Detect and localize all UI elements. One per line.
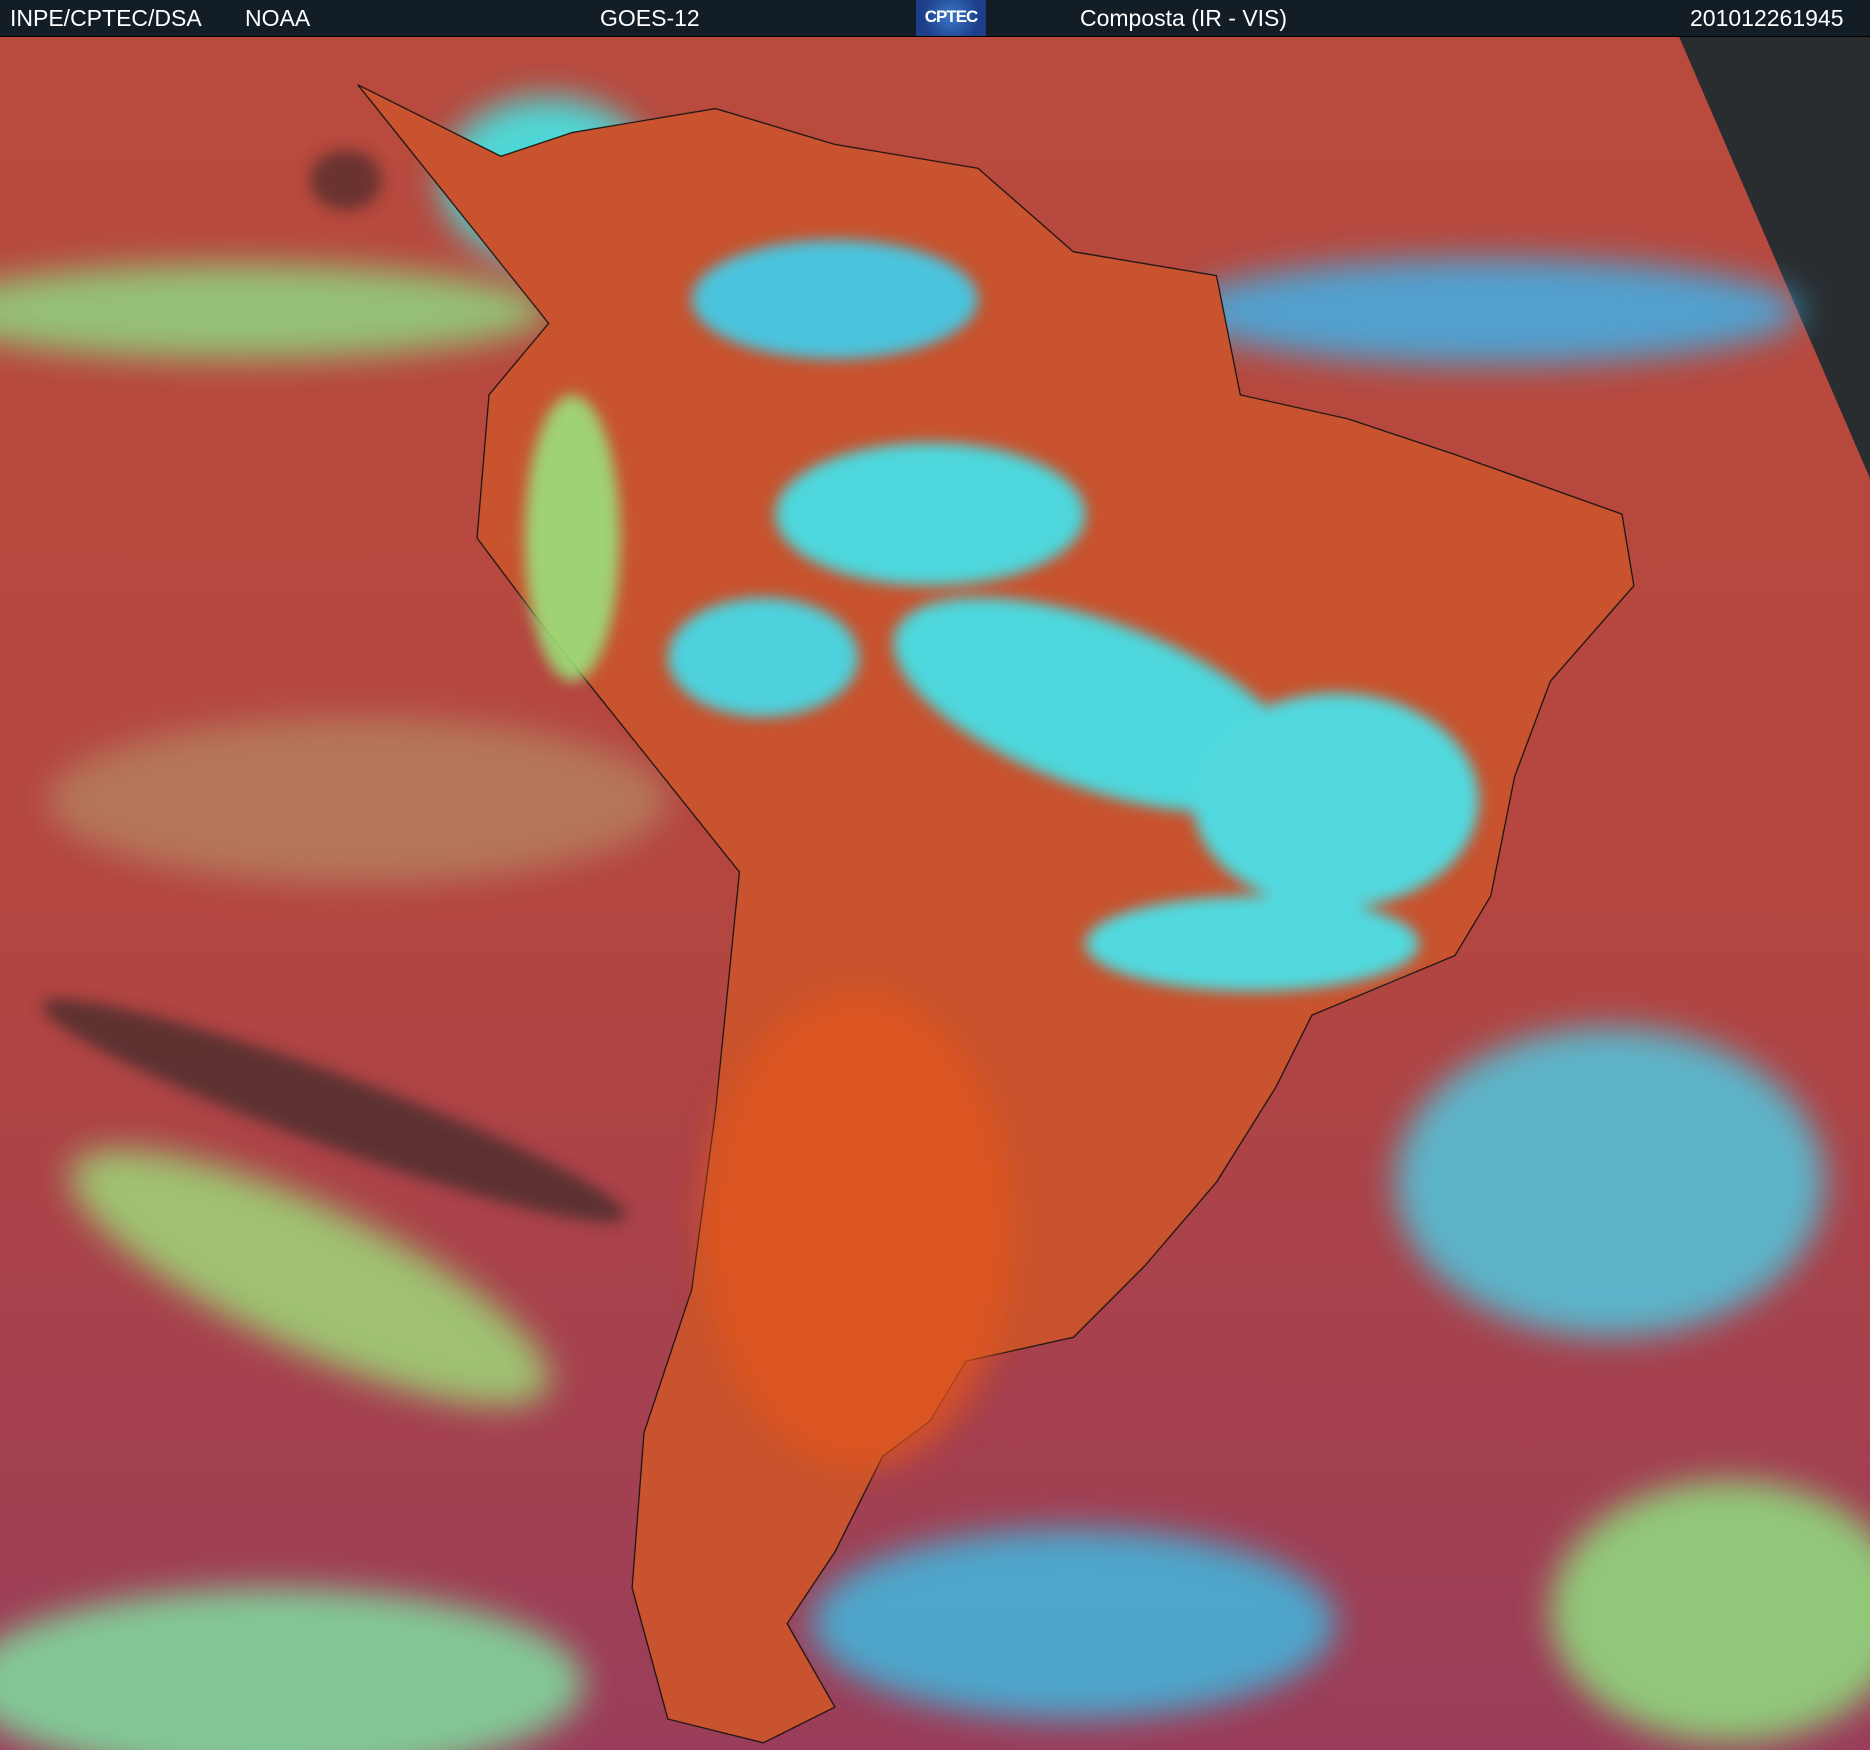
satellite-label: GOES-12	[600, 5, 700, 31]
product-label: Composta (IR - VIS)	[1080, 5, 1288, 31]
header-bar: INPE/CPTEC/DSA NOAA GOES-12 CPTEC Compos…	[0, 0, 1870, 38]
timestamp-label: 201012261945	[1690, 5, 1844, 31]
satellite-image	[0, 37, 1870, 1750]
agency-label: INPE/CPTEC/DSA	[10, 5, 202, 31]
provider-label: NOAA	[245, 5, 311, 31]
cptec-logo: CPTEC	[916, 0, 986, 36]
argentina-clear-region	[703, 991, 1014, 1469]
